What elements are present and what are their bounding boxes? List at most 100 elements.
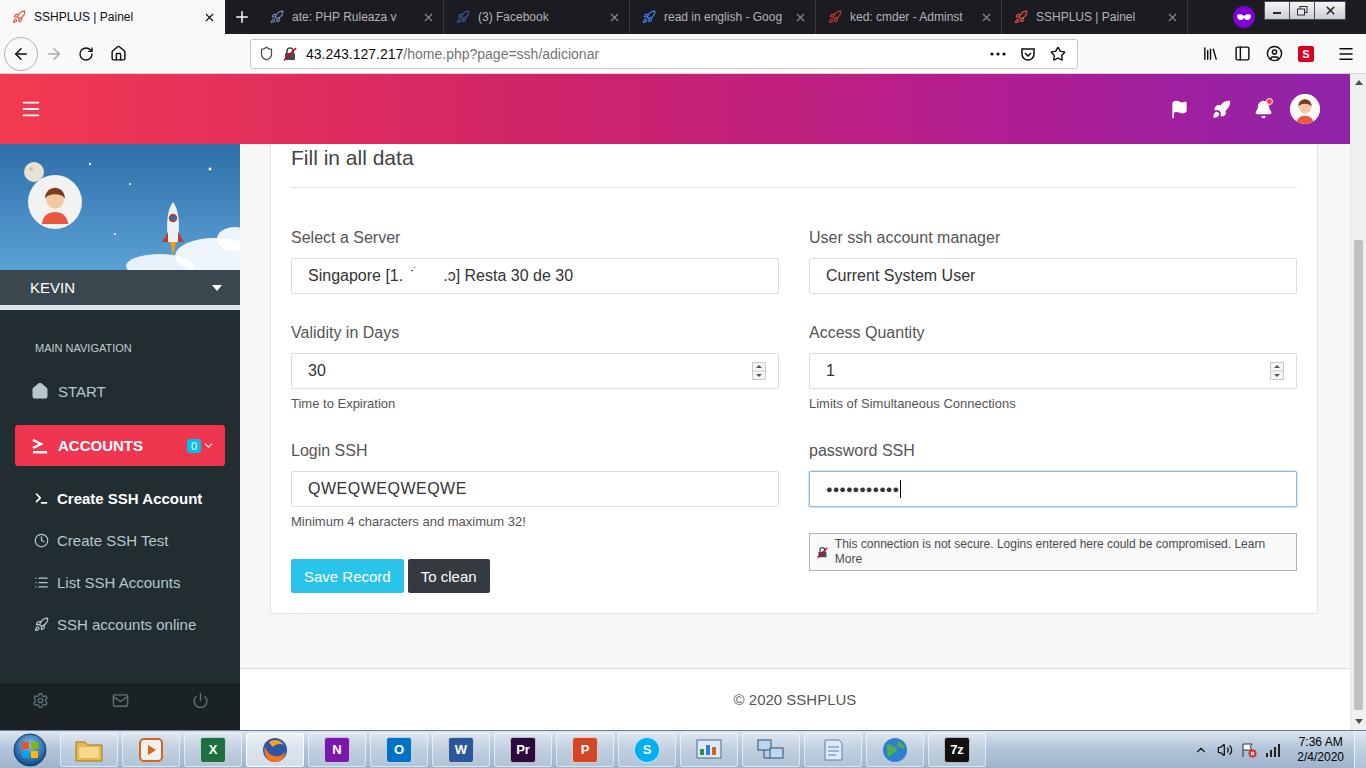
- minimize-button[interactable]: [1264, 1, 1290, 20]
- page-scrollbar[interactable]: [1350, 74, 1366, 730]
- home-button[interactable]: [102, 38, 134, 70]
- browser-tab[interactable]: SSHPLUS | Painel: [1002, 0, 1188, 34]
- password-input[interactable]: ●●●●●●●●●●●: [809, 471, 1297, 507]
- browser-tab[interactable]: ked: cmder - Adminst: [816, 0, 1002, 34]
- control-panel-icon: [695, 737, 723, 763]
- url-bar[interactable]: 43.243.127.217/home.php?page=ssh/adicion…: [250, 39, 1078, 69]
- scroll-up-button[interactable]: [1351, 74, 1366, 91]
- account-button[interactable]: [1258, 38, 1290, 70]
- card-title: Fill in all data: [291, 146, 1297, 188]
- taskbar-app[interactable]: 7z: [928, 733, 986, 767]
- tab-close-icon[interactable]: [980, 11, 993, 24]
- taskbar-app[interactable]: [804, 733, 862, 767]
- save-button[interactable]: Save Record: [291, 559, 404, 593]
- taskbar-app[interactable]: Pr: [494, 733, 552, 767]
- browser-tab[interactable]: ate: PHP Ruleaza v: [258, 0, 444, 34]
- taskbar-app[interactable]: [680, 733, 738, 767]
- close-window-button[interactable]: [1314, 1, 1346, 20]
- number-spinner-icon[interactable]: [752, 362, 766, 380]
- page-actions-button[interactable]: [987, 51, 1009, 57]
- taskbar-app[interactable]: [60, 733, 118, 767]
- taskbar-app[interactable]: X: [184, 733, 242, 767]
- browser-tab[interactable]: read in english - Goog: [630, 0, 816, 34]
- text-input[interactable]: QWEQWEQWEQWE: [291, 471, 779, 507]
- extension-button[interactable]: S: [1290, 38, 1322, 70]
- sidebar-subitem[interactable]: Create SSH Account: [0, 477, 240, 519]
- taskbar-app[interactable]: [866, 733, 924, 767]
- pocket-button[interactable]: [1017, 46, 1039, 62]
- menu-toggle-button[interactable]: [10, 88, 52, 130]
- clear-button[interactable]: To clean: [408, 559, 490, 593]
- sidebar-icon: [1234, 45, 1251, 62]
- tab-title: (3) Facebook: [478, 10, 600, 24]
- insecure-lock-icon[interactable]: [282, 46, 298, 62]
- learn-more-link[interactable]: Learn More: [835, 537, 1265, 566]
- taskbar-app[interactable]: [246, 733, 304, 767]
- taskbar-app[interactable]: W: [432, 733, 490, 767]
- insecure-lock-icon[interactable]: [816, 546, 829, 559]
- number-input[interactable]: 30: [291, 353, 779, 389]
- network-status-button[interactable]: [1261, 743, 1285, 757]
- sidebar-subitem[interactable]: Create SSH Test: [0, 519, 240, 561]
- taskbar-app[interactable]: S: [618, 733, 676, 767]
- user-name-toggle[interactable]: KEVIN: [0, 270, 240, 305]
- flag-button[interactable]: [1158, 88, 1200, 130]
- pocket-icon[interactable]: [1020, 46, 1036, 62]
- tab-close-icon[interactable]: [1166, 11, 1179, 24]
- select-input[interactable]: Current System User: [809, 258, 1297, 294]
- page-actions-icon[interactable]: [989, 51, 1007, 57]
- scroll-down-button[interactable]: [1351, 713, 1366, 730]
- taskbar-app[interactable]: [122, 733, 180, 767]
- user-menu-button[interactable]: [1284, 88, 1326, 130]
- chevron-up-icon: [1194, 743, 1208, 757]
- tray-clock[interactable]: 7:36 AM2/4/2020: [1285, 735, 1354, 765]
- tab-favicon-icon: [12, 10, 26, 24]
- field-help: Limits of Simultaneous Connections: [809, 396, 1297, 412]
- settings-button[interactable]: [0, 683, 80, 717]
- tab-close-icon[interactable]: [794, 11, 807, 24]
- restore-button[interactable]: [1289, 1, 1315, 20]
- browser-tab[interactable]: SSHPLUS | Painel: [0, 0, 225, 34]
- start-orb-icon[interactable]: [13, 733, 47, 767]
- sidebar-item[interactable]: ACCOUNTS0: [15, 425, 225, 466]
- sidebar-toggle-button[interactable]: [1226, 38, 1258, 70]
- taskbar-app[interactable]: O: [370, 733, 428, 767]
- forward-arrow-icon: [45, 45, 63, 63]
- messages-button[interactable]: [80, 683, 160, 717]
- form-field: User ssh account managerCurrent System U…: [809, 228, 1297, 294]
- volume-button[interactable]: [1213, 742, 1237, 758]
- library-icon: [1202, 45, 1219, 62]
- tab-close-icon[interactable]: [203, 11, 216, 24]
- select-input[interactable]: Singapore [1. ̇ ́ .ɔ] Resta 30 de 30: [291, 258, 779, 294]
- show-desktop-button[interactable]: [1354, 731, 1366, 768]
- desktop-screen: SSHPLUS | Painel ate: PHP Ruleaza v (3) Fa…: [0, 0, 1366, 768]
- tracking-shield-icon[interactable]: [259, 46, 274, 61]
- tab-close-icon[interactable]: [608, 11, 621, 24]
- taskbar-app[interactable]: P: [556, 733, 614, 767]
- browser-menu-button[interactable]: [1330, 38, 1362, 70]
- logout-button[interactable]: [160, 683, 240, 717]
- scroll-thumb[interactable]: [1354, 240, 1363, 710]
- sidebar-item[interactable]: START: [0, 370, 240, 412]
- bookmark-button[interactable]: [1047, 46, 1069, 62]
- tab-close-icon[interactable]: [422, 11, 435, 24]
- show-hidden-icons-button[interactable]: [1189, 743, 1213, 757]
- sidebar-subitem[interactable]: List SSH Accounts: [0, 561, 240, 603]
- back-button[interactable]: [4, 37, 38, 71]
- reload-button[interactable]: [70, 38, 102, 70]
- taskbar-app[interactable]: [742, 733, 800, 767]
- sidebar-subitem[interactable]: SSH accounts online: [0, 603, 240, 645]
- library-button[interactable]: [1194, 38, 1226, 70]
- browser-tab[interactable]: (3) Facebook: [444, 0, 630, 34]
- scroll-track[interactable]: [1351, 91, 1366, 713]
- rocket-button[interactable]: [1200, 88, 1242, 130]
- new-tab-button[interactable]: [225, 0, 258, 34]
- form-grid: Select a ServerSingapore [1. ̇ ́ .ɔ] Res…: [291, 228, 1297, 530]
- notifications-button[interactable]: [1242, 88, 1284, 130]
- action-center-button[interactable]: [1237, 742, 1261, 758]
- taskbar-app[interactable]: N: [308, 733, 366, 767]
- start-button[interactable]: [4, 732, 56, 768]
- number-spinner-icon[interactable]: [1270, 362, 1284, 380]
- number-input[interactable]: 1: [809, 353, 1297, 389]
- field-value: Singapore [1. ̇ ́ .ɔ] Resta 30 de 30: [308, 267, 573, 285]
